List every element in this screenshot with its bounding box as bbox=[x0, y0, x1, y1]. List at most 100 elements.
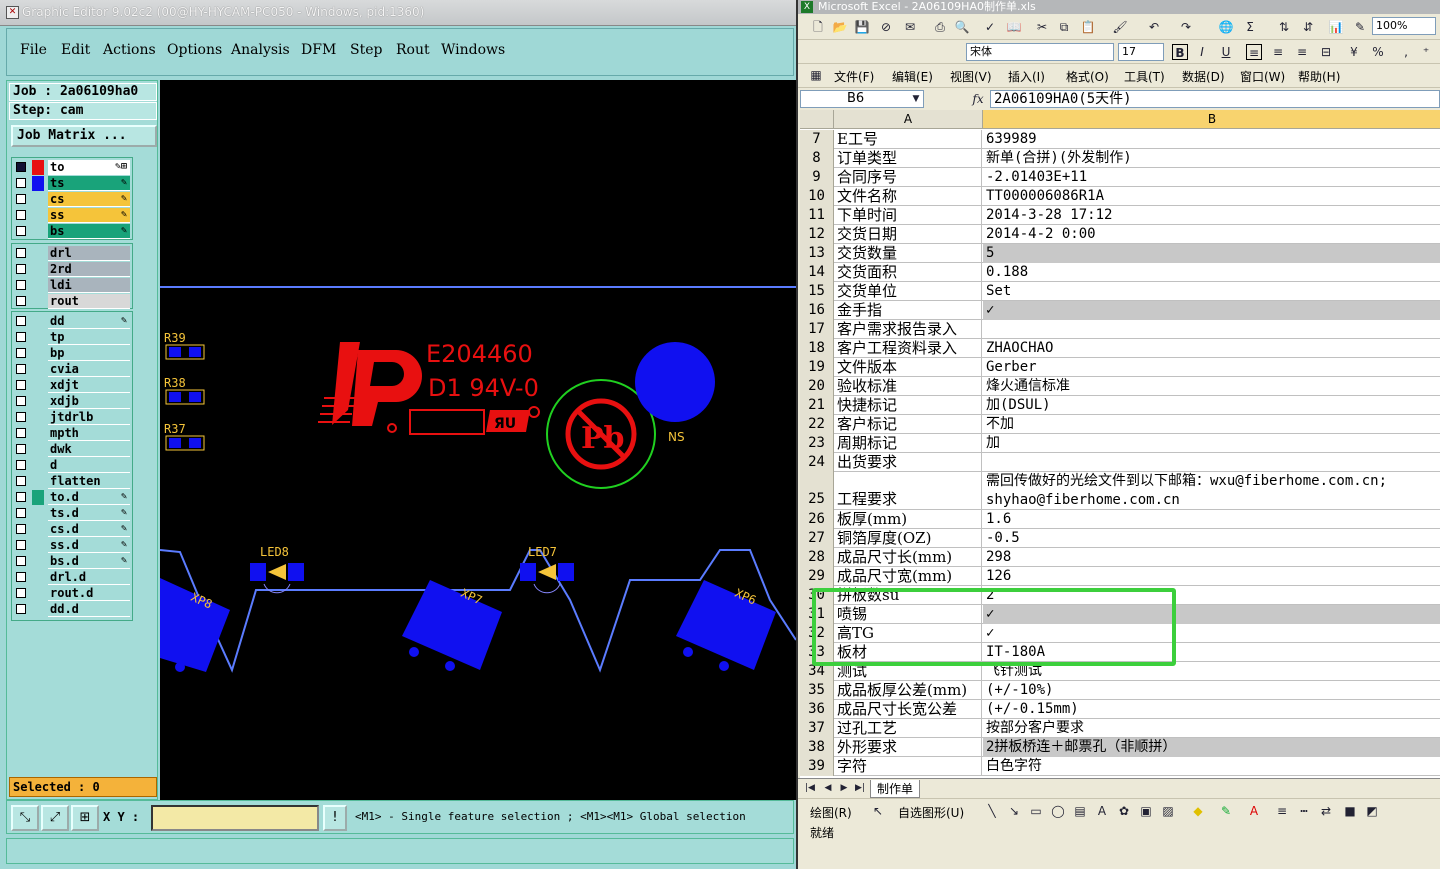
cell-b[interactable]: 加(DSUL) bbox=[983, 396, 1440, 415]
xl-menu-insert[interactable]: 插入(I) bbox=[1008, 68, 1045, 85]
rectangle-icon[interactable]: ▭ bbox=[1028, 803, 1044, 819]
row-header[interactable]: 20 bbox=[800, 377, 834, 396]
layer-row[interactable]: dd.d bbox=[12, 602, 132, 617]
row-header[interactable]: 39 bbox=[800, 757, 834, 776]
layer-color-swatch[interactable] bbox=[32, 294, 44, 309]
layer-visibility-checkbox[interactable] bbox=[16, 364, 26, 374]
layer-row[interactable]: dd ✎ bbox=[12, 314, 132, 329]
row-header[interactable]: 26 bbox=[800, 510, 834, 529]
layer-visibility-checkbox[interactable] bbox=[16, 316, 26, 326]
layer-name[interactable]: dwk bbox=[48, 442, 130, 457]
row-header[interactable]: 24 bbox=[800, 453, 834, 472]
research-icon[interactable]: 📖 bbox=[1006, 19, 1022, 35]
layer-visibility-checkbox[interactable] bbox=[16, 460, 26, 470]
textbox-icon[interactable]: ▤ bbox=[1072, 803, 1088, 819]
layer-row[interactable]: flatten bbox=[12, 474, 132, 489]
layer-visibility-checkbox[interactable] bbox=[16, 210, 26, 220]
layer-color-swatch[interactable] bbox=[32, 224, 44, 239]
row-header[interactable]: 29 bbox=[800, 567, 834, 586]
chart-wizard-icon[interactable]: 📊 bbox=[1328, 19, 1344, 35]
layer-visibility-checkbox[interactable] bbox=[16, 572, 26, 582]
cell-a[interactable]: E工号 bbox=[834, 130, 982, 149]
layer-visibility-checkbox[interactable] bbox=[16, 296, 26, 306]
menu-step[interactable]: Step bbox=[350, 42, 382, 58]
cell-a[interactable]: 文件版本 bbox=[834, 358, 982, 377]
zoom-box[interactable]: 100% bbox=[1372, 17, 1436, 35]
sort-ascending-icon[interactable]: ⇅ bbox=[1276, 19, 1292, 35]
worksheet-grid[interactable]: A B 7 E工号 639989 8 订单类型 新单(合拼)(外发制作) 9 合同序号 -2.0… bbox=[800, 110, 1440, 778]
cell-b[interactable]: 白色字符 bbox=[983, 757, 1440, 776]
arrow-style-icon[interactable]: ⇄ bbox=[1318, 803, 1334, 819]
currency-icon[interactable]: ¥ bbox=[1346, 44, 1362, 60]
cell-b[interactable]: 烽火通信标准 bbox=[983, 377, 1440, 396]
layer-name[interactable]: ss.d ✎ bbox=[48, 538, 130, 553]
menu-analysis[interactable]: Analysis bbox=[231, 42, 290, 58]
cell-a[interactable]: 交货数量 bbox=[834, 244, 982, 263]
layer-visibility-checkbox[interactable] bbox=[16, 540, 26, 550]
layer-color-swatch[interactable] bbox=[32, 458, 44, 473]
zoom-out-tool-button[interactable]: ⤢ bbox=[41, 805, 69, 831]
layer-color-swatch[interactable] bbox=[32, 490, 44, 505]
row-header[interactable]: 37 bbox=[800, 719, 834, 738]
layer-row[interactable]: to ✎⊞ bbox=[12, 160, 132, 175]
layer-name[interactable]: rout bbox=[48, 294, 130, 309]
cell-b[interactable]: 需回传做好的光绘文件到以下邮箱：wxu@fiberhome.com.cn; sh… bbox=[983, 472, 1440, 510]
layer-row[interactable]: jtdrlb bbox=[12, 410, 132, 425]
layer-row[interactable]: cvia bbox=[12, 362, 132, 377]
row-header[interactable]: 23 bbox=[800, 434, 834, 453]
layer-color-swatch[interactable] bbox=[32, 506, 44, 521]
arrow-icon[interactable]: ↘ bbox=[1006, 803, 1022, 819]
cell-a[interactable]: 订单类型 bbox=[834, 149, 982, 168]
email-icon[interactable]: ✉ bbox=[902, 19, 918, 35]
layer-color-swatch[interactable] bbox=[32, 570, 44, 585]
xl-menu-file[interactable]: 文件(F) bbox=[834, 68, 874, 85]
shadow-icon[interactable]: ■ bbox=[1342, 803, 1358, 819]
row-header[interactable]: 21 bbox=[800, 396, 834, 415]
cell-b[interactable]: 5 bbox=[983, 244, 1440, 263]
layer-color-swatch[interactable] bbox=[32, 160, 44, 175]
align-right-icon[interactable]: ≡ bbox=[1294, 44, 1310, 60]
cell-b[interactable]: (+/-0.15mm) bbox=[983, 700, 1440, 719]
layer-row[interactable]: bs ✎ bbox=[12, 224, 132, 239]
layer-color-swatch[interactable] bbox=[32, 246, 44, 261]
name-box[interactable]: B6 bbox=[800, 90, 924, 108]
layer-name[interactable]: ts.d ✎ bbox=[48, 506, 130, 521]
cell-b[interactable] bbox=[983, 320, 1440, 339]
layer-visibility-checkbox[interactable] bbox=[16, 524, 26, 534]
cell-a[interactable]: 过孔工艺 bbox=[834, 719, 982, 738]
layer-name[interactable]: ldi bbox=[48, 278, 130, 293]
layer-name[interactable]: 2rd bbox=[48, 262, 130, 277]
row-header[interactable]: 15 bbox=[800, 282, 834, 301]
xl-menu-window[interactable]: 窗口(W) bbox=[1240, 68, 1285, 85]
format-painter-icon[interactable]: 🖌 bbox=[1112, 19, 1128, 35]
clipart-icon[interactable]: ▣ bbox=[1138, 803, 1154, 819]
layer-name[interactable]: cs ✎ bbox=[48, 192, 130, 207]
picture-icon[interactable]: ▨ bbox=[1160, 803, 1176, 819]
cell-b[interactable]: 1.6 bbox=[983, 510, 1440, 529]
cell-a[interactable]: 字符 bbox=[834, 757, 982, 776]
last-sheet-icon[interactable]: ▶| bbox=[852, 780, 868, 796]
layer-color-swatch[interactable] bbox=[32, 176, 44, 191]
print-preview-icon[interactable]: 🔍 bbox=[954, 19, 970, 35]
xy-coordinate-input[interactable] bbox=[151, 805, 319, 831]
layer-color-swatch[interactable] bbox=[32, 586, 44, 601]
layer-visibility-checkbox[interactable] bbox=[16, 348, 26, 358]
row-header[interactable]: 8 bbox=[800, 149, 834, 168]
italic-icon[interactable]: I bbox=[1194, 44, 1210, 60]
cell-b[interactable]: 2014-4-2 0:00 bbox=[983, 225, 1440, 244]
cell-b[interactable]: Set bbox=[983, 282, 1440, 301]
layer-color-swatch[interactable] bbox=[32, 394, 44, 409]
zoom-in-tool-button[interactable]: ⤡ bbox=[11, 805, 39, 831]
layer-name[interactable]: cs.d ✎ bbox=[48, 522, 130, 537]
formula-input[interactable]: 2A06109HA0(5天件) bbox=[990, 90, 1440, 108]
layer-visibility-checkbox[interactable] bbox=[16, 248, 26, 258]
cell-b[interactable]: ZHAOCHAO bbox=[983, 339, 1440, 358]
next-sheet-icon[interactable]: ▶ bbox=[836, 780, 852, 796]
cell-a[interactable]: 成品尺寸长(mm) bbox=[834, 548, 982, 567]
layer-name[interactable]: xdjb bbox=[48, 394, 130, 409]
layer-color-swatch[interactable] bbox=[32, 192, 44, 207]
layer-row[interactable]: cs ✎ bbox=[12, 192, 132, 207]
xl-menu-data[interactable]: 数据(D) bbox=[1182, 68, 1225, 85]
percent-icon[interactable]: % bbox=[1370, 44, 1386, 60]
layer-row[interactable]: xdjb bbox=[12, 394, 132, 409]
